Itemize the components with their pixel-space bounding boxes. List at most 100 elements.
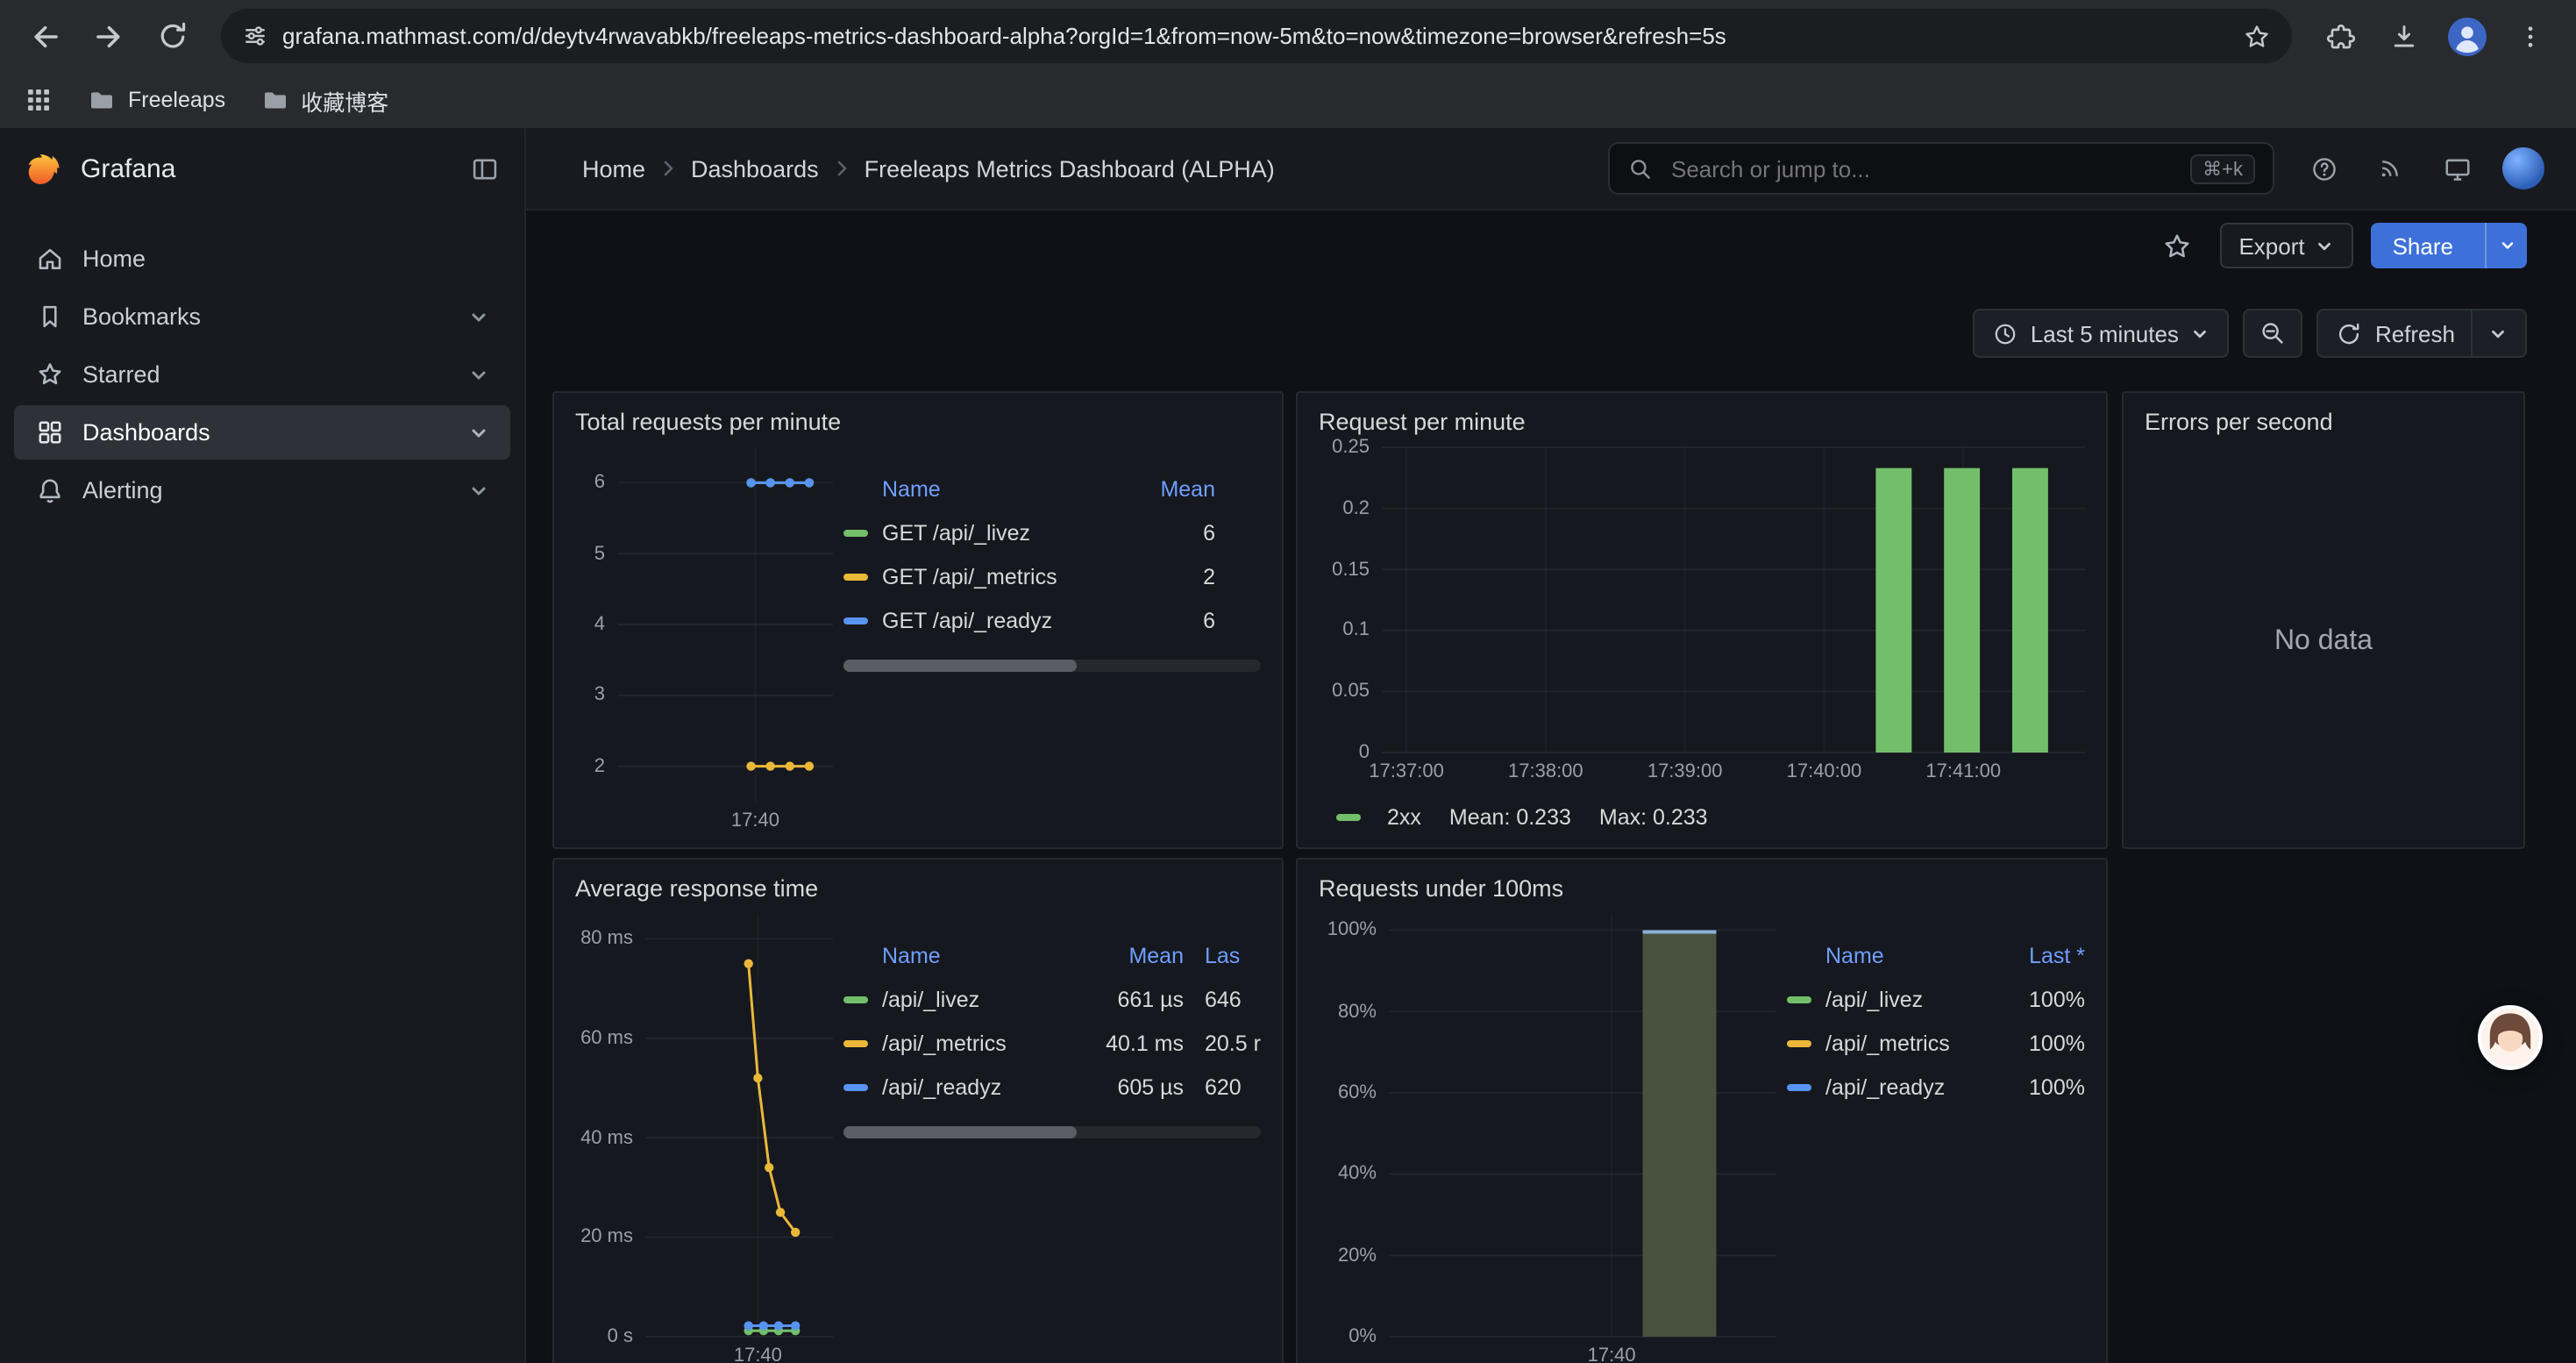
legend-col-last[interactable]: Las	[1184, 944, 1261, 968]
address-bar[interactable]: grafana.mathmast.com/d/deytv4rwavabkb/fr…	[221, 9, 2292, 63]
legend-col-name[interactable]: Name	[1825, 944, 2001, 968]
legend-header: Name Last *	[1787, 935, 2085, 977]
chart-canvas[interactable]	[617, 447, 833, 802]
reload-button[interactable]	[144, 8, 200, 64]
help-button[interactable]	[2295, 140, 2352, 196]
user-profile-button[interactable]	[2495, 140, 2551, 196]
sidebar-toggle-button[interactable]	[470, 154, 500, 184]
series-color-icon	[1787, 1039, 1811, 1046]
share-button-group: Share	[2372, 223, 2527, 268]
kiosk-mode-button[interactable]	[2429, 140, 2485, 196]
panel-title[interactable]: Average response time	[575, 872, 1261, 907]
series-name[interactable]: 2xx	[1387, 805, 1421, 830]
refresh-button-group: Refresh	[2317, 309, 2527, 358]
panel-requests-under-100ms: Requests under 100ms 100%80%60%40%20%0% …	[1296, 858, 2108, 1363]
downloads-button[interactable]	[2376, 8, 2432, 64]
chevron-down-icon[interactable]	[468, 306, 489, 327]
bar-chart: 0.250.20.150.10.050 17:37:0017:38:0017:3…	[1319, 447, 2085, 788]
breadcrumb-home[interactable]: Home	[582, 155, 645, 182]
sidebar-item-bookmarks[interactable]: Bookmarks	[14, 289, 510, 344]
series-color-icon	[843, 617, 868, 624]
legend-header: Name Mean	[843, 468, 1261, 510]
back-button[interactable]	[18, 8, 74, 64]
chevron-down-icon[interactable]	[468, 480, 489, 501]
share-menu-button[interactable]	[2485, 223, 2527, 268]
series-name[interactable]: /api/_livez	[882, 987, 1082, 1011]
bookmark-folder-blogs[interactable]: 收藏博客	[260, 83, 388, 117]
scrollbar-thumb[interactable]	[843, 660, 1078, 672]
zoom-out-button[interactable]	[2244, 309, 2303, 358]
panel-title[interactable]: Total requests per minute	[575, 405, 1261, 440]
legend-scrollbar[interactable]	[843, 1126, 1261, 1138]
url-input[interactable]: grafana.mathmast.com/d/deytv4rwavabkb/fr…	[282, 23, 2243, 49]
series-last-value: 100%	[2001, 1074, 2085, 1099]
breadcrumb: Home Dashboards Freeleaps Metrics Dashbo…	[582, 155, 1275, 182]
chart-canvas[interactable]	[645, 914, 833, 1337]
bar-chart: 100%80%60%40%20%0% 17:40	[1319, 914, 1776, 1363]
download-icon	[2388, 20, 2420, 52]
search-input[interactable]	[1668, 153, 2176, 183]
series-name[interactable]: /api/_readyz	[882, 1074, 1082, 1099]
legend-col-mean[interactable]: Mean	[1082, 944, 1184, 968]
folder-icon	[260, 86, 288, 114]
search-icon	[1627, 155, 1654, 182]
y-axis: 0.250.20.150.10.050	[1319, 447, 1382, 753]
grafana-logo-icon	[25, 150, 63, 189]
panel-title[interactable]: Request per minute	[1319, 405, 2085, 440]
y-axis: 80 ms60 ms40 ms20 ms0 s	[575, 914, 645, 1337]
sidebar-item-label: Home	[82, 246, 146, 272]
browser-menu-button[interactable]	[2502, 8, 2558, 64]
chevron-down-icon[interactable]	[468, 422, 489, 443]
sidebar-item-alerting[interactable]: Alerting	[14, 463, 510, 517]
series-name[interactable]: /api/_livez	[1825, 987, 2001, 1011]
export-button[interactable]: Export	[2219, 223, 2353, 268]
panel-title[interactable]: Requests under 100ms	[1319, 872, 2085, 907]
refresh-button[interactable]: Refresh	[2337, 320, 2455, 346]
grafana-app: Grafana Home Bookmarks Starred D	[0, 128, 2576, 1363]
share-button[interactable]: Share	[2372, 223, 2474, 268]
bookmark-star-icon[interactable]	[2243, 22, 2271, 50]
sidebar-item-dashboards[interactable]: Dashboards	[14, 405, 510, 460]
extensions-button[interactable]	[2313, 8, 2369, 64]
time-range-picker[interactable]: Last 5 minutes	[1973, 309, 2230, 358]
timeseries-chart: 80 ms60 ms40 ms20 ms0 s 17:40	[575, 914, 833, 1363]
chart-canvas[interactable]	[1389, 914, 1776, 1337]
series-name[interactable]: GET /api/_readyz	[882, 608, 1131, 632]
series-mean-stat: Mean: 0.233	[1449, 805, 1571, 830]
forward-button[interactable]	[81, 8, 137, 64]
news-button[interactable]	[2362, 140, 2418, 196]
series-max-stat: Max: 0.233	[1599, 805, 1708, 830]
chevron-right-icon	[833, 160, 850, 177]
series-name[interactable]: GET /api/_metrics	[882, 564, 1131, 589]
series-name[interactable]: /api/_metrics	[882, 1031, 1082, 1055]
chevron-down-icon	[2316, 236, 2335, 255]
series-name[interactable]: /api/_readyz	[1825, 1074, 2001, 1099]
chevron-down-icon[interactable]	[468, 364, 489, 385]
star-dashboard-button[interactable]	[2153, 223, 2202, 268]
legend-col-last[interactable]: Last *	[2001, 944, 2085, 968]
bookmark-folder-freeleaps[interactable]: Freeleaps	[88, 86, 225, 114]
panel-title[interactable]: Errors per second	[2145, 405, 2502, 440]
apps-grid-button[interactable]	[25, 86, 53, 114]
sidebar-item-home[interactable]: Home	[14, 232, 510, 286]
series-mean-value: 605 µs	[1082, 1074, 1184, 1099]
series-name[interactable]: GET /api/_livez	[882, 520, 1131, 545]
series-color-icon	[843, 573, 868, 580]
floating-assistant-avatar[interactable]	[2478, 1005, 2543, 1070]
breadcrumb-dashboards[interactable]: Dashboards	[691, 155, 819, 182]
legend-col-name[interactable]: Name	[882, 477, 1131, 502]
search-box[interactable]: ⌘+k	[1608, 142, 2274, 195]
site-settings-icon[interactable]	[242, 23, 268, 49]
chevron-down-icon	[2191, 324, 2210, 343]
scrollbar-thumb[interactable]	[843, 1126, 1078, 1138]
profile-button[interactable]	[2439, 8, 2495, 64]
legend-col-name[interactable]: Name	[882, 944, 1082, 968]
legend-scrollbar[interactable]	[843, 660, 1261, 672]
sidebar-item-starred[interactable]: Starred	[14, 347, 510, 402]
refresh-interval-chevron-icon[interactable]	[2488, 324, 2508, 343]
legend-table: Name Mean Las /api/_livez 661 µs	[843, 914, 1261, 1363]
series-name[interactable]: /api/_metrics	[1825, 1031, 2001, 1055]
chart-canvas[interactable]	[1382, 447, 2085, 753]
sidebar-item-label: Bookmarks	[82, 303, 201, 330]
legend-col-mean[interactable]: Mean	[1131, 477, 1215, 502]
